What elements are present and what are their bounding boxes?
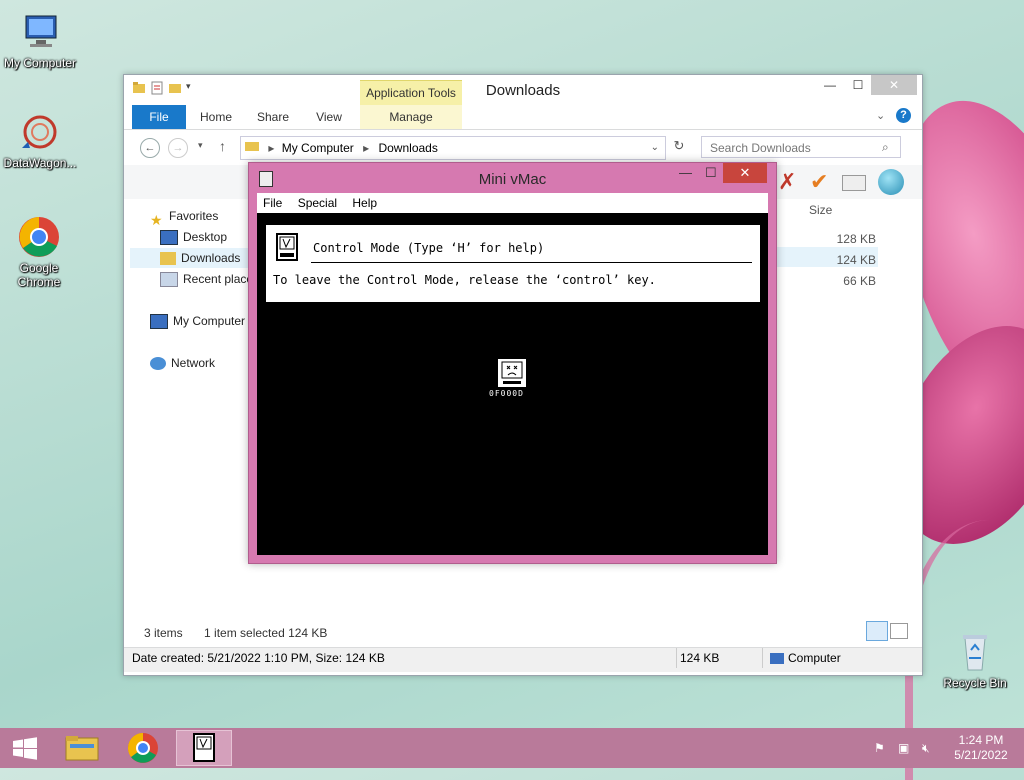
computer-icon — [150, 314, 168, 330]
selection-info: 1 item selected 124 KB — [204, 626, 328, 640]
taskbar-mini-vmac[interactable] — [176, 730, 232, 766]
mac-logo-icon — [276, 233, 298, 261]
desktop-icon-label: Recycle Bin — [943, 676, 1007, 690]
folder-icon — [245, 137, 261, 159]
nav-my-computer[interactable]: My Computer — [150, 311, 245, 331]
details-view-icon[interactable] — [866, 621, 888, 641]
file-size: 128 KB — [836, 232, 876, 246]
forward-button[interactable]: → — [168, 138, 188, 158]
search-input[interactable]: Search Downloads — [701, 136, 901, 158]
desktop-icon-recycle-bin[interactable]: Recycle Bin — [935, 630, 1015, 690]
menu-special[interactable]: Special — [298, 196, 337, 210]
clock[interactable]: 1:24 PM 5/21/2022 — [948, 733, 1014, 763]
network-icon — [150, 357, 166, 371]
vmac-title: Mini vMac — [478, 171, 547, 188]
chrome-icon — [17, 215, 61, 259]
desktop-icon-label: DataWagon... — [3, 156, 77, 170]
details-bar: Date created: 5/21/2022 1:10 PM, Size: 1… — [124, 647, 922, 672]
back-button[interactable]: ← — [140, 138, 160, 158]
menu-file[interactable]: File — [263, 196, 282, 210]
window-icon[interactable] — [842, 175, 866, 191]
window-title: Downloads — [485, 82, 561, 99]
network-status-icon[interactable]: ▣ — [898, 741, 909, 755]
sad-mac-icon — [497, 358, 527, 388]
chrome-icon — [128, 733, 158, 763]
desktop-icon-datawagon[interactable]: DataWagon... — [0, 110, 80, 170]
volume-muted-icon[interactable]: 🔇︎ — [922, 741, 930, 756]
emulator-screen[interactable]: Control Mode (Type ‘H’ for help) To leav… — [257, 213, 768, 555]
nav-recent-places[interactable]: Recent places — [160, 269, 259, 289]
file-size: 66 KB — [843, 274, 876, 288]
menu-help[interactable]: Help — [352, 196, 377, 210]
monitor-icon — [18, 10, 62, 54]
nav-favorites[interactable]: ★ Favorites — [150, 206, 218, 229]
help-icon[interactable]: ? — [896, 108, 911, 123]
details-location: Computer — [770, 648, 841, 668]
tab-share[interactable]: Share — [248, 105, 298, 129]
up-button[interactable]: ↑ — [219, 138, 226, 154]
refresh-icon[interactable]: ↻ — [668, 138, 690, 158]
minimize-button[interactable]: — — [679, 165, 692, 180]
column-header-size[interactable]: Size — [809, 203, 832, 217]
checkmark-icon[interactable]: ✔ — [810, 169, 828, 195]
control-mode-title: Control Mode (Type ‘H’ for help) — [313, 241, 545, 255]
nav-desktop[interactable]: Desktop — [160, 227, 227, 247]
control-mode-message: To leave the Control Mode, release the ‘… — [273, 273, 656, 287]
status-bar: 3 items 1 item selected 124 KB — [144, 626, 327, 640]
ribbon-tabs: File Home Share View Manage ⌄ ? — [124, 105, 922, 130]
file-size: 124 KB — [836, 253, 876, 267]
start-button[interactable] — [0, 730, 50, 766]
desktop-icon — [160, 230, 178, 246]
large-icons-view-icon[interactable] — [890, 623, 908, 639]
minimize-button[interactable]: — — [816, 75, 844, 95]
search-icon[interactable]: ⌕ — [882, 140, 889, 155]
maximize-button[interactable]: ☐ — [705, 165, 717, 181]
details-size: 124 KB — [680, 651, 720, 665]
taskbar-chrome[interactable] — [115, 730, 171, 766]
datawagon-icon — [18, 110, 62, 154]
close-button[interactable]: ✕ — [723, 163, 767, 183]
desktop-icon-label: My Computer — [3, 56, 77, 70]
desktop-icon-chrome[interactable]: Google Chrome — [0, 215, 78, 289]
mini-vmac-icon — [193, 733, 215, 762]
windows-logo-icon — [13, 737, 37, 760]
address-bar[interactable]: ▸ My Computer ▸ Downloads ⌄ — [240, 136, 666, 160]
recent-locations-icon[interactable]: ▾ — [198, 140, 203, 151]
breadcrumb-downloads[interactable]: Downloads — [378, 141, 437, 155]
action-center-flag-icon[interactable]: ⚑ — [874, 741, 885, 755]
star-icon: ★ — [150, 212, 163, 229]
downloads-folder-icon — [160, 252, 176, 266]
clock-date: 5/21/2022 — [954, 748, 1008, 762]
taskbar-file-explorer[interactable] — [54, 730, 110, 766]
item-count: 3 items — [144, 626, 183, 640]
taskbar: ⚑ ▣ 🔇︎ 1:24 PM 5/21/2022 — [0, 728, 1024, 768]
explorer-titlebar: ▾ Application Tools Downloads — ☐ ✕ — [124, 75, 922, 105]
tab-view[interactable]: View — [304, 105, 354, 129]
control-mode-panel: Control Mode (Type ‘H’ for help) To leav… — [266, 225, 760, 302]
maximize-button[interactable]: ☐ — [844, 75, 872, 95]
vmac-menubar: File Special Help — [257, 193, 768, 213]
desktop-icon-my-computer[interactable]: My Computer — [0, 10, 80, 70]
tab-manage[interactable]: Manage — [360, 105, 462, 129]
close-button[interactable]: ✕ — [871, 75, 917, 95]
mini-vmac-window: Mini vMac — ☐ ✕ File Special Help Contro… — [248, 162, 777, 564]
file-explorer-icon — [65, 736, 99, 761]
tab-home[interactable]: Home — [190, 105, 242, 129]
clock-time: 1:24 PM — [958, 733, 1004, 747]
recycle-bin-icon — [953, 630, 997, 674]
recent-places-icon — [160, 272, 178, 288]
desktop-icon-label: Google Chrome — [17, 261, 61, 289]
computer-icon — [770, 653, 784, 665]
divider — [311, 262, 752, 263]
chevron-down-icon[interactable]: ⌄ — [651, 137, 659, 159]
breadcrumb-my-computer[interactable]: My Computer — [282, 141, 354, 155]
details-created: Date created: 5/21/2022 1:10 PM, Size: 1… — [132, 651, 385, 665]
delete-x-icon[interactable]: ✗ — [778, 169, 796, 195]
nav-network[interactable]: Network — [150, 353, 215, 373]
address-row: ← → ▾ ↑ ▸ My Computer ▸ Downloads ⌄ ↻ Se… — [124, 132, 922, 164]
shell-icon[interactable] — [878, 169, 904, 195]
error-code: 0F000D — [489, 389, 524, 398]
tab-file[interactable]: File — [132, 105, 186, 129]
ribbon-expand-icon[interactable]: ⌄ — [876, 109, 885, 122]
